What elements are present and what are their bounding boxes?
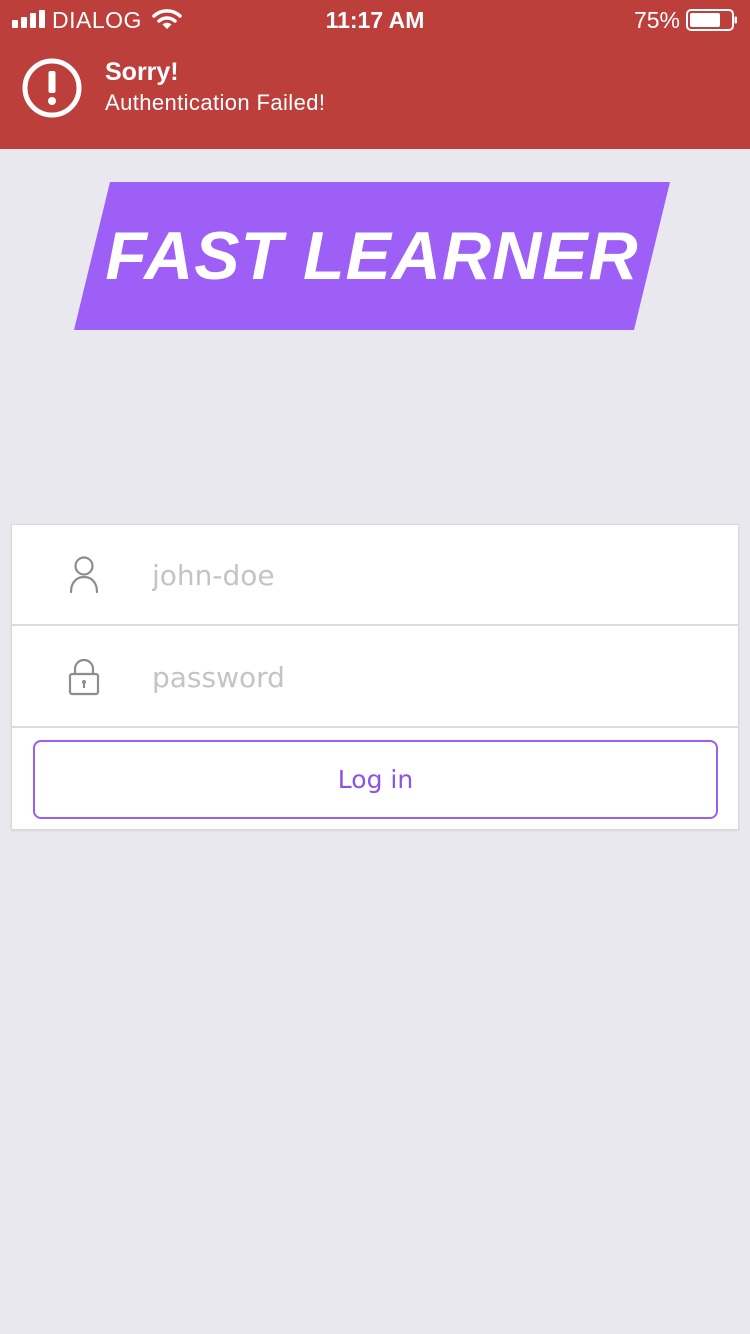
alert-title: Sorry!	[105, 58, 179, 86]
login-screen: DIALOG 11:17 AM 75% Sorry! Authenticatio…	[0, 0, 750, 1334]
alert-message: Authentication Failed!	[105, 90, 326, 115]
battery-icon	[686, 9, 737, 31]
battery-percentage: 75%	[633, 7, 680, 33]
password-input[interactable]	[152, 651, 712, 703]
alert-icon	[22, 58, 82, 118]
username-input[interactable]	[152, 549, 712, 601]
login-button[interactable]: Log in	[33, 740, 718, 819]
logo-text: FAST LEARNER	[105, 218, 639, 294]
password-row	[12, 627, 738, 728]
status-bar: DIALOG 11:17 AM 75%	[0, 0, 750, 40]
user-icon	[69, 556, 99, 594]
login-card: Log in	[11, 524, 739, 830]
app-logo: FAST LEARNER	[74, 182, 670, 330]
username-row	[12, 525, 738, 626]
lock-icon	[68, 658, 100, 696]
error-banner[interactable]: DIALOG 11:17 AM 75% Sorry! Authenticatio…	[0, 0, 750, 149]
